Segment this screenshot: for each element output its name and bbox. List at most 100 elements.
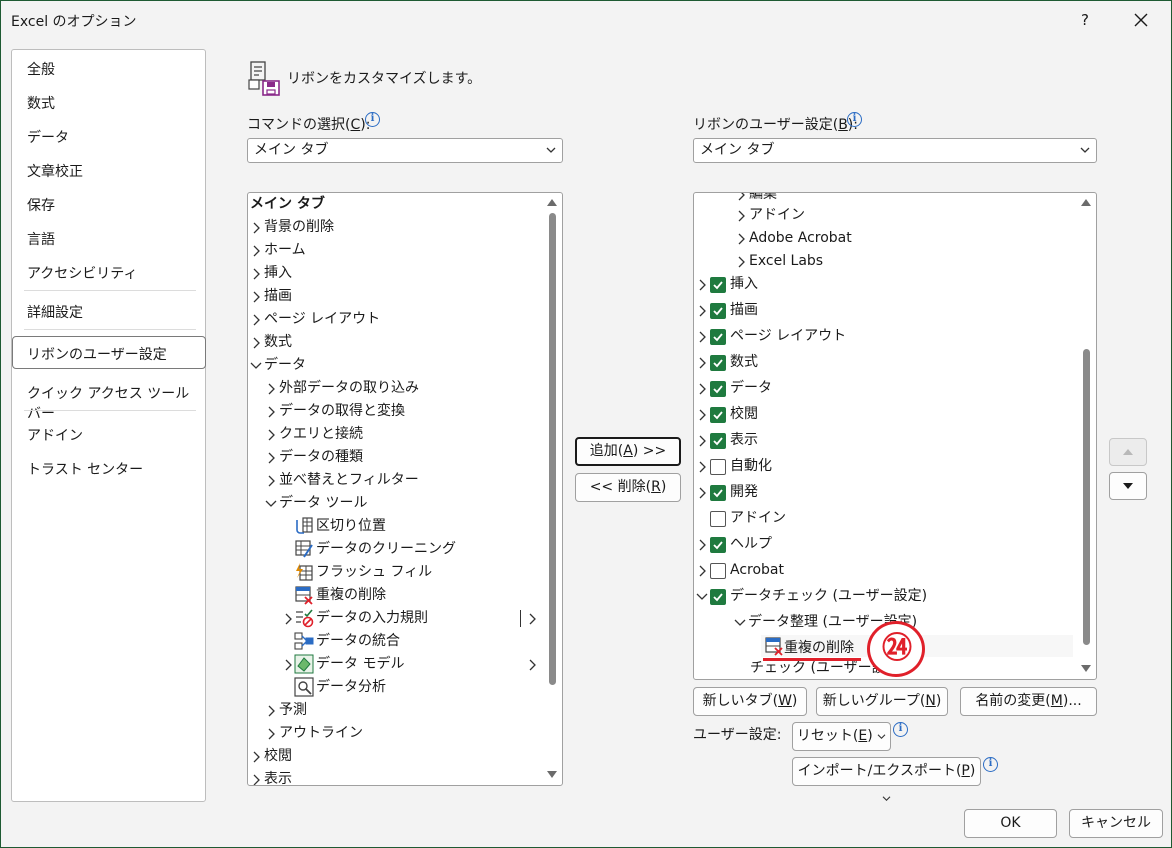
tree-node[interactable]: 挿入 — [253, 262, 292, 285]
add-button[interactable]: 追加(A) >> — [575, 437, 681, 466]
tree-node[interactable]: Excel Labs — [738, 250, 823, 273]
scroll-thumb[interactable] — [1083, 349, 1090, 645]
command-data-cleaning[interactable]: データのクリーニング — [316, 538, 456, 561]
label-part: ) >> — [632, 443, 667, 459]
tab-row-automate[interactable]: 自動化 — [698, 455, 1068, 478]
checkbox-checked[interactable] — [710, 407, 726, 423]
nav-item-general[interactable]: 全般 — [27, 59, 55, 79]
new-tab-button[interactable]: 新しいタブ(W) — [693, 687, 807, 716]
chevron-right-icon — [268, 429, 275, 441]
command-text-to-columns[interactable]: 区切り位置 — [316, 515, 386, 538]
tab-row-developer[interactable]: 開発 — [698, 481, 1068, 504]
info-icon[interactable]: i — [893, 722, 908, 737]
tab-row-page-layout[interactable]: ページ レイアウト — [698, 325, 1068, 348]
tree-node[interactable]: 数式 — [253, 331, 292, 354]
checkbox-checked[interactable] — [710, 485, 726, 501]
command-remove-duplicates[interactable]: 重複の削除 — [316, 584, 386, 607]
tree-node[interactable]: アウトライン — [268, 722, 363, 745]
tree-node[interactable]: アドイン — [738, 204, 805, 227]
tab-row-help[interactable]: ヘルプ — [698, 533, 1068, 556]
checkbox-unchecked[interactable] — [710, 563, 726, 579]
help-button[interactable]: ? — [1071, 7, 1099, 33]
nav-item-trust-center[interactable]: トラスト センター — [27, 459, 143, 479]
tree-node[interactable]: 外部データの取り込み — [268, 377, 419, 400]
tree-node-data-expanded[interactable]: データ — [250, 354, 306, 377]
scroll-up-arrow[interactable] — [1081, 199, 1091, 206]
scroll-up-arrow[interactable] — [547, 199, 557, 206]
tab-row-data[interactable]: データ — [698, 377, 1068, 400]
nav-item-quick-access-toolbar[interactable]: クイック アクセス ツール バー — [27, 383, 205, 423]
tree-node-data-tools-expanded[interactable]: データ ツール — [265, 492, 367, 515]
command-select-combo[interactable]: メイン タブ — [247, 138, 563, 163]
tree-node-main-tabs[interactable]: メイン タブ — [250, 193, 325, 216]
checkbox-checked[interactable] — [710, 355, 726, 371]
info-icon[interactable]: i — [983, 757, 998, 772]
nav-item-customize-ribbon[interactable]: リボンのユーザー設定 — [27, 344, 167, 364]
tree-node[interactable]: クエリと接続 — [268, 423, 363, 446]
ok-button[interactable]: OK — [964, 809, 1057, 838]
scroll-down-arrow[interactable] — [547, 771, 557, 778]
command-flash-fill[interactable]: フラッシュ フィル — [316, 561, 432, 584]
tab-row-formulas[interactable]: 数式 — [698, 351, 1068, 374]
left-list-scrollbar[interactable] — [545, 193, 559, 785]
command-data-validation-row[interactable]: データの入力規則 — [284, 607, 562, 630]
reset-dropdown-button[interactable]: リセット(E) — [792, 722, 891, 751]
nav-item-addins[interactable]: アドイン — [27, 425, 83, 445]
checkbox-checked[interactable] — [710, 303, 726, 319]
checkbox-unchecked[interactable] — [710, 459, 726, 475]
nav-item-save[interactable]: 保存 — [27, 195, 55, 215]
tree-node[interactable]: Adobe Acrobat — [738, 227, 852, 250]
checkbox-checked[interactable] — [710, 433, 726, 449]
scroll-down-arrow[interactable] — [1081, 665, 1091, 672]
nav-item-accessibility[interactable]: アクセシビリティ — [27, 263, 137, 283]
move-down-button[interactable] — [1109, 472, 1147, 500]
checkbox-checked[interactable] — [710, 589, 726, 605]
nav-item-advanced[interactable]: 詳細設定 — [27, 302, 83, 322]
checkbox-checked[interactable] — [710, 381, 726, 397]
checkbox-unchecked[interactable] — [710, 511, 726, 527]
tree-node[interactable]: 予測 — [268, 699, 307, 722]
tree-node[interactable]: 表示 — [253, 768, 292, 785]
checkbox-checked[interactable] — [710, 277, 726, 293]
tree-node[interactable]: データの種類 — [268, 446, 363, 469]
info-icon[interactable]: i — [847, 112, 862, 127]
ribbon-tree-list[interactable]: 編集 アドイン Adobe Acrobat Excel Labs 挿入 描画 ペ… — [693, 192, 1097, 680]
tree-node[interactable]: 校閲 — [253, 745, 292, 768]
info-icon[interactable]: i — [365, 112, 380, 127]
tree-node[interactable]: ホーム — [253, 239, 306, 262]
tree-node[interactable]: 描画 — [253, 285, 292, 308]
ribbon-select-combo[interactable]: メイン タブ — [693, 138, 1097, 163]
command-list[interactable]: メイン タブ 背景の削除 ホーム 挿入 描画 ページ レイアウト 数式 データ … — [247, 192, 563, 786]
nav-item-proofing[interactable]: 文章校正 — [27, 161, 83, 181]
checkbox-checked[interactable] — [710, 537, 726, 553]
tab-row-insert[interactable]: 挿入 — [698, 273, 1068, 296]
scroll-thumb[interactable] — [549, 213, 556, 685]
tree-label: ヘルプ — [730, 536, 772, 552]
tree-node[interactable]: 背景の削除 — [253, 216, 334, 239]
new-group-button[interactable]: 新しいグループ(N) — [816, 687, 948, 716]
tab-row-data-check[interactable]: データチェック (ユーザー設定) — [696, 585, 1068, 608]
tree-node[interactable]: 並べ替えとフィルター — [268, 469, 419, 492]
command-data-analysis[interactable]: データ分析 — [316, 676, 386, 699]
nav-item-formulas[interactable]: 数式 — [27, 93, 55, 113]
tree-node[interactable]: データの取得と変換 — [268, 400, 405, 423]
command-data-model-row[interactable]: データ モデル — [284, 653, 562, 676]
nav-item-data[interactable]: データ — [27, 127, 69, 147]
remove-button[interactable]: << 削除(R) — [575, 473, 681, 502]
tab-row-addins[interactable]: アドイン — [698, 507, 1068, 530]
close-button[interactable] — [1125, 5, 1157, 35]
right-list-scrollbar[interactable] — [1079, 193, 1093, 679]
tab-row-view[interactable]: 表示 — [698, 429, 1068, 452]
tab-row-acrobat[interactable]: Acrobat — [698, 559, 1068, 582]
move-up-button[interactable] — [1109, 438, 1147, 466]
command-consolidate[interactable]: データの統合 — [316, 630, 400, 653]
tab-row-draw[interactable]: 描画 — [698, 299, 1068, 322]
cancel-button[interactable]: キャンセル — [1069, 809, 1163, 838]
import-export-dropdown-button[interactable]: インポート/エクスポート(P) — [792, 757, 981, 802]
checkbox-checked[interactable] — [710, 329, 726, 345]
tree-node[interactable]: ページ レイアウト — [253, 308, 380, 331]
nav-item-language[interactable]: 言語 — [27, 229, 55, 249]
selected-command-label[interactable]: 重複の削除 — [784, 637, 854, 657]
tab-row-review[interactable]: 校閲 — [698, 403, 1068, 426]
rename-button[interactable]: 名前の変更(M)... — [960, 687, 1097, 716]
